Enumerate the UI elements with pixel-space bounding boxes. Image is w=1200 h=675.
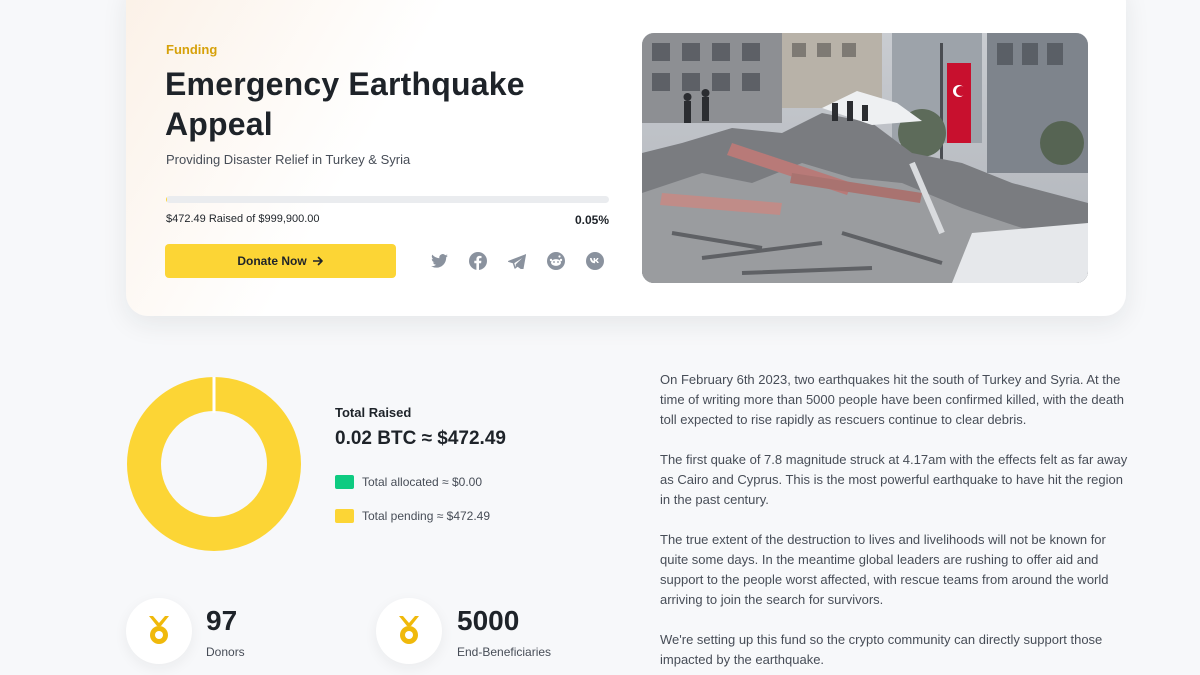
- allocated-swatch: [335, 475, 354, 489]
- facebook-icon[interactable]: [469, 252, 487, 270]
- donate-button-label: Donate Now: [237, 254, 307, 268]
- arrow-right-icon: [312, 256, 323, 266]
- beneficiaries-label: End-Beneficiaries: [457, 645, 552, 659]
- paragraph-2: The first quake of 7.8 magnitude struck …: [660, 452, 1128, 507]
- telegram-icon[interactable]: [508, 252, 526, 270]
- legend-allocated: Total allocated ≈ $0.00: [335, 475, 482, 489]
- vk-icon[interactable]: [586, 252, 604, 270]
- funding-progress-bar: [166, 196, 609, 203]
- total-raised-label: Total Raised: [335, 405, 412, 420]
- twitter-icon[interactable]: [430, 252, 448, 270]
- donors-badge: [126, 598, 192, 664]
- paragraph-1: On February 6th 2023, two earthquakes hi…: [660, 372, 1124, 427]
- page-title: Emergency Earthquake Appeal: [165, 66, 525, 142]
- pending-swatch: [335, 509, 354, 523]
- total-raised-value: 0.02 BTC ≈ $472.49: [335, 428, 506, 449]
- legend-pending: Total pending ≈ $472.49: [335, 509, 490, 523]
- paragraph-3: The true extent of the destruction to li…: [660, 532, 1109, 607]
- pending-segment: [127, 377, 301, 551]
- donate-now-button[interactable]: Donate Now: [165, 244, 396, 278]
- donors-label: Donors: [206, 645, 245, 659]
- raised-percent: 0.05%: [574, 213, 609, 227]
- reddit-icon[interactable]: [547, 252, 565, 270]
- page-subtitle: Providing Disaster Relief in Turkey & Sy…: [166, 152, 411, 167]
- share-icons: [430, 252, 604, 270]
- medal-icon: [149, 616, 169, 644]
- medal-icon: [399, 616, 419, 644]
- earthquake-rubble-photo: [642, 33, 1088, 283]
- category-label: Funding: [166, 42, 218, 57]
- pending-label: Total pending ≈ $472.49: [362, 509, 491, 523]
- beneficiaries-count: 5000: [457, 605, 520, 636]
- appeal-description: On February 6th 2023, two earthquakes hi…: [660, 370, 1130, 675]
- funding-donut-chart: [127, 377, 301, 551]
- donors-count: 97: [206, 605, 238, 636]
- beneficiaries-badge: [376, 598, 442, 664]
- allocated-label: Total allocated ≈ $0.00: [362, 475, 482, 489]
- paragraph-4: We're setting up this fund so the crypto…: [660, 632, 1103, 667]
- raised-amount: $472.49 Raised of $999,900.00: [166, 213, 320, 225]
